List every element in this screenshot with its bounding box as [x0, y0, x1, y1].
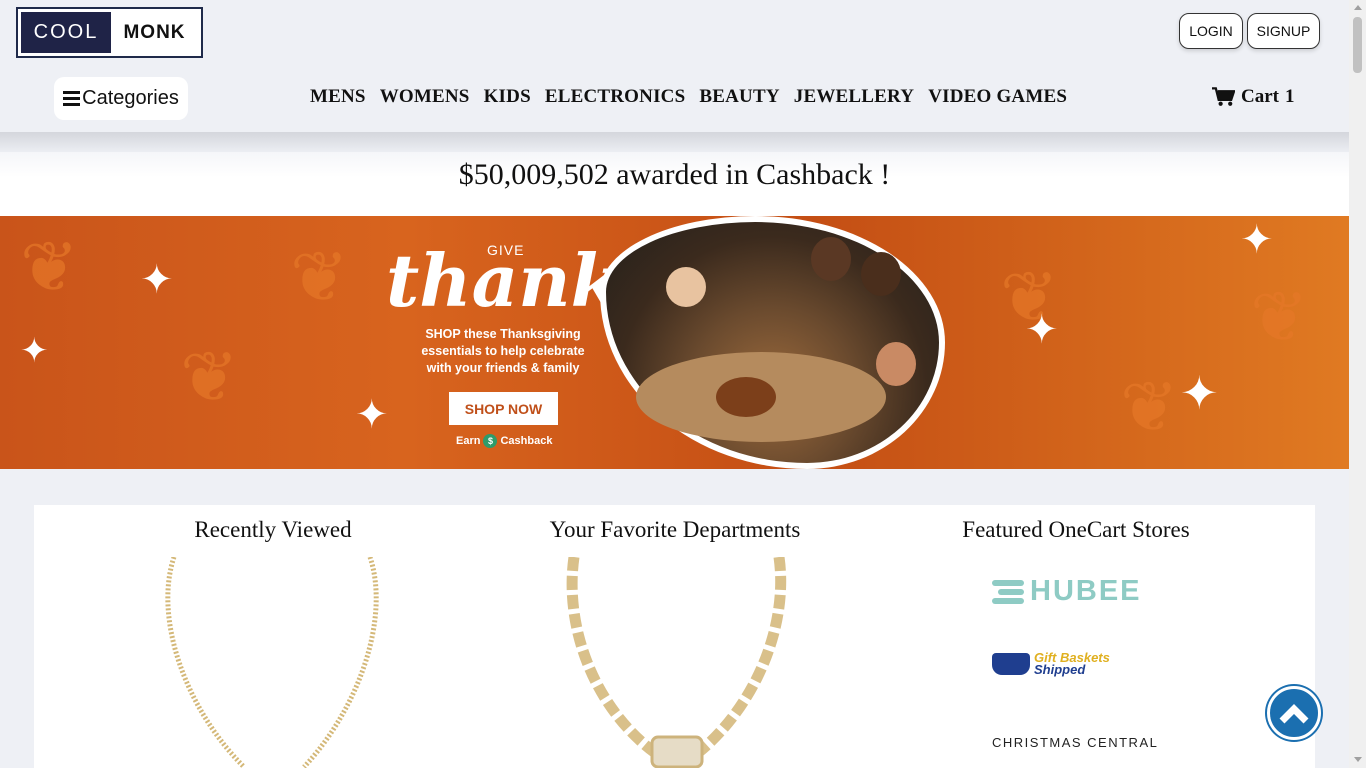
nav-beauty[interactable]: BEAUTY [692, 86, 786, 108]
sparkle-icon: ✦ [1240, 217, 1274, 262]
leaf-decoration: ❦ [1250, 280, 1309, 357]
hubee-text: HUBEE [1030, 575, 1142, 607]
banner-give-text: GIVE [487, 242, 525, 258]
leaf-decoration: ❦ [1120, 370, 1179, 447]
hubee-icon [992, 577, 1024, 607]
featured-stores-title[interactable]: Featured OneCart Stores [946, 517, 1206, 543]
main-nav: MENS WOMENS KIDS ELECTRONICS BEAUTY JEWE… [303, 86, 1074, 108]
earn-suffix: Cashback [500, 435, 553, 447]
nav-womens[interactable]: WOMENS [373, 86, 477, 108]
earn-prefix: Earn [456, 435, 481, 447]
christmas-text: CHRISTMAS CENTRAL [992, 735, 1159, 750]
favorite-departments-title[interactable]: Your Favorite Departments [534, 517, 816, 543]
site-logo[interactable]: COOL MONK [16, 7, 203, 58]
family-dinner-photo [600, 216, 945, 469]
cart-label: Cart [1241, 86, 1279, 107]
thanksgiving-banner[interactable]: ❦ ❦ ❦ ❦ ❦ ❦ ✦ ✦ ✦ ✦ ✦ ✦ thanks GIVE SHOP… [0, 216, 1349, 469]
sparkle-icon: ✦ [1025, 307, 1059, 352]
categories-label: Categories [82, 87, 179, 109]
dollar-icon: $ [483, 434, 498, 448]
header-shadow [0, 132, 1349, 154]
page-scrollbar[interactable] [1349, 0, 1366, 768]
logo-left-text: COOL [21, 12, 111, 53]
recently-viewed-title[interactable]: Recently Viewed [164, 517, 382, 543]
cashback-text: $50,009,502 awarded in Cashback ! [458, 158, 891, 191]
cart-link[interactable]: Cart 1 [1212, 86, 1294, 108]
cart-count: 1 [1284, 86, 1295, 107]
christmas-central-store-logo[interactable]: CHRISTMAS CENTRAL [992, 735, 1158, 750]
sparkle-icon: ✦ [140, 257, 174, 302]
site-header: COOL MONK LOGIN SIGNUP Categories MENS W… [0, 0, 1349, 132]
earn-cashback-text: Earn $ Cashback [456, 434, 552, 448]
banner-promo-text: SHOP these Thanksgiving essentials to he… [421, 327, 585, 375]
feature-cards: Recently Viewed Your Favorite Department… [34, 505, 1315, 768]
sparkle-icon: ✦ [1180, 368, 1219, 419]
nav-jewellery[interactable]: JEWELLERY [787, 86, 921, 108]
chain-necklace-image[interactable] [534, 557, 816, 768]
leaf-decoration: ❦ [290, 240, 349, 317]
login-button[interactable]: LOGIN [1179, 13, 1243, 49]
categories-button[interactable]: Categories [54, 77, 188, 120]
scroll-down-arrow[interactable] [1354, 757, 1362, 762]
tennis-necklace-image[interactable] [134, 557, 410, 768]
gift-baskets-store-logo[interactable]: Gift Baskets Shipped [992, 651, 1110, 677]
hubee-store-logo[interactable]: HUBEE [992, 575, 1142, 608]
logo-right-text: MONK [123, 21, 186, 43]
cart-icon [1212, 87, 1235, 106]
signup-button[interactable]: SIGNUP [1247, 13, 1320, 49]
chevron-up-icon [1279, 704, 1309, 724]
nav-electronics[interactable]: ELECTRONICS [538, 86, 693, 108]
scroll-to-top-button[interactable] [1267, 686, 1321, 740]
nav-video-games[interactable]: VIDEO GAMES [921, 86, 1074, 108]
shop-now-button[interactable]: SHOP NOW [449, 392, 558, 425]
gift-basket-icon [992, 653, 1030, 675]
hamburger-icon [63, 88, 81, 109]
sparkle-icon: ✦ [20, 333, 49, 370]
nav-kids[interactable]: KIDS [477, 86, 538, 108]
sparkle-icon: ✦ [355, 392, 389, 437]
scroll-up-arrow[interactable] [1354, 5, 1362, 10]
scrollbar-thumb[interactable] [1353, 17, 1362, 73]
leaf-decoration: ❦ [20, 230, 79, 307]
leaf-decoration: ❦ [180, 340, 239, 417]
cashback-banner: $50,009,502 awarded in Cashback ! [0, 152, 1349, 216]
gift-line2: Shipped [1034, 662, 1086, 677]
nav-mens[interactable]: MENS [303, 86, 373, 108]
